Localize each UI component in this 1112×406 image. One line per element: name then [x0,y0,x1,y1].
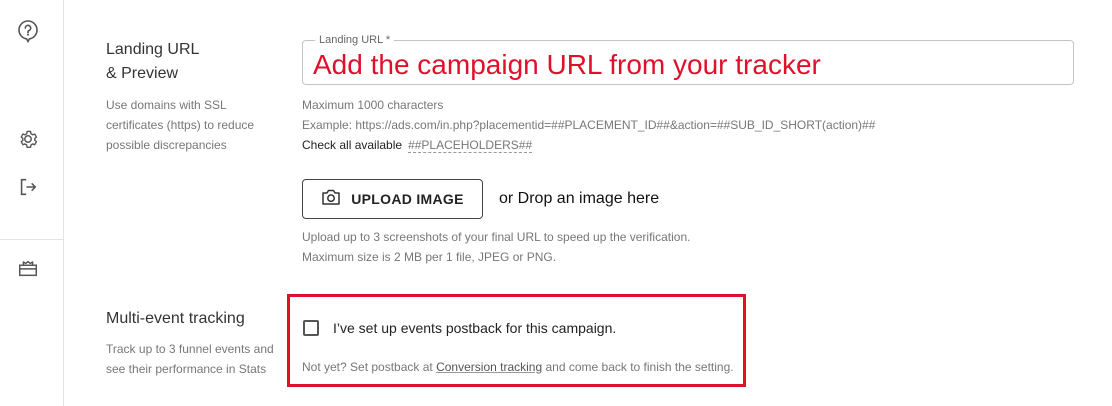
landing-section-title: Landing URL & Preview [106,38,199,86]
drop-image-text: or Drop an image here [499,190,660,207]
upload-help-line2: Maximum size is 2 MB per 1 file, JPEG or… [302,250,557,264]
landing-desc-line3: possible discrepancies [106,138,227,152]
landing-desc-line2: certificates (https) to reduce [106,118,255,132]
placeholders-hint: Check all available ##PLACEHOLDERS## [302,137,533,153]
upload-help-line1: Upload up to 3 screenshots of your final… [302,230,691,244]
gear-icon[interactable] [16,127,40,151]
events-postback-label[interactable]: I’ve set up events postback for this cam… [333,319,616,337]
landing-title-line1: Landing URL [106,41,200,58]
postback-note-before: Not yet? Set postback at [302,360,433,374]
logout-icon[interactable] [16,175,40,199]
landing-url-field[interactable]: Landing URL * Add the campaign URL from … [302,33,1074,85]
help-icon[interactable] [16,19,40,43]
landing-url-label: Landing URL * [315,33,395,47]
landing-url-annotation: Add the campaign URL from your tracker [313,49,821,80]
check-all-text: Check all available [302,138,403,152]
upload-image-button[interactable]: UPLOAD IMAGE [302,179,483,219]
landing-section-description: Use domains with SSL certificates (https… [106,95,254,155]
multi-event-description: Track up to 3 funnel events and see thei… [106,339,274,379]
max-chars-hint: Maximum 1000 characters [302,98,444,112]
multi-event-title: Multi-event tracking [106,310,245,327]
events-postback-checkbox[interactable] [303,320,319,336]
postback-note-after: and come back to finish the setting. [545,360,734,374]
postback-note: Not yet? Set postback at Conversion trac… [302,359,734,375]
placeholders-link[interactable]: ##PLACEHOLDERS## [408,138,533,153]
multi-event-desc-line1: Track up to 3 funnel events and [106,342,274,356]
example-hint: Example: https://ads.com/in.php?placemen… [302,118,876,132]
landing-desc-line1: Use domains with SSL [106,98,227,112]
landing-title-line2: & Preview [106,65,179,82]
sidebar-divider [0,239,63,240]
sidebar-rail [0,0,64,406]
camera-icon [321,188,341,211]
gift-icon[interactable] [16,256,40,280]
multi-event-desc-line2: see their performance in Stats [106,362,267,376]
conversion-tracking-link[interactable]: Conversion tracking [436,360,542,374]
upload-image-label: UPLOAD IMAGE [351,191,464,207]
